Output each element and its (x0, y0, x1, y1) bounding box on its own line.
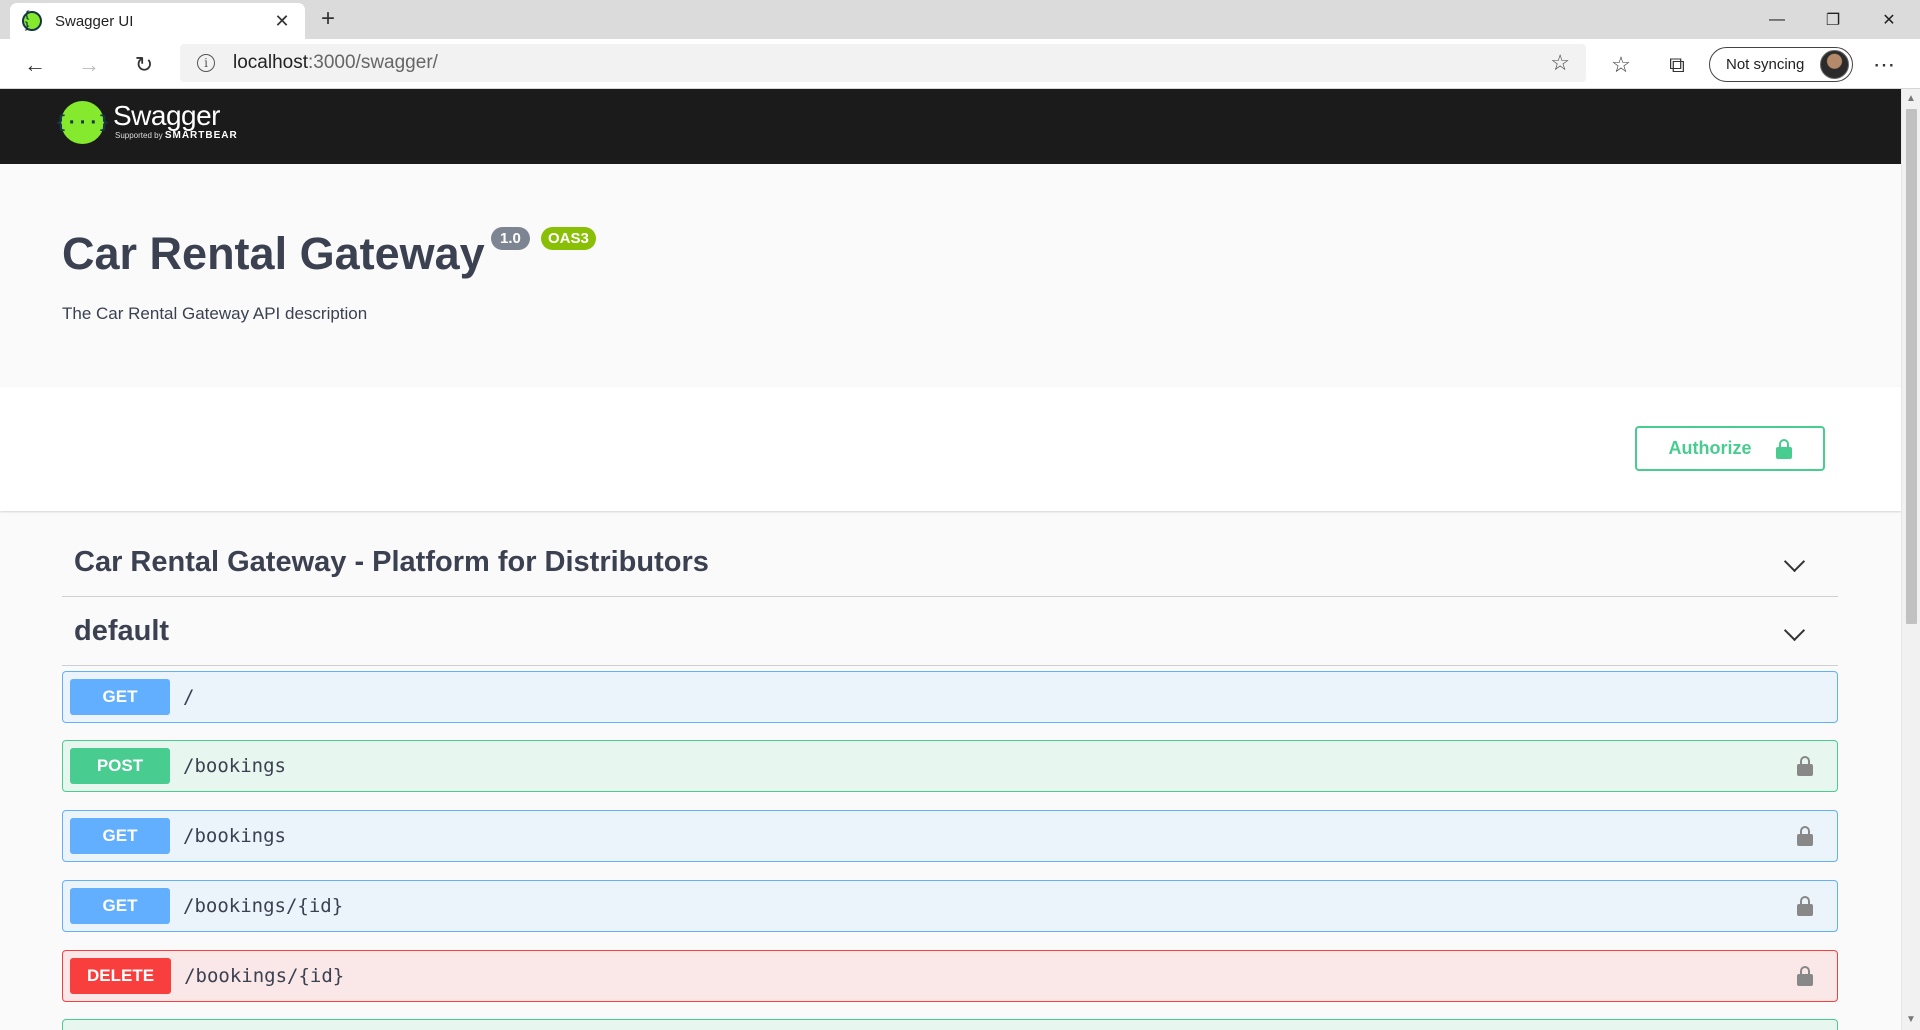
api-description: The Car Rental Gateway API description (62, 304, 368, 323)
forward-icon[interactable]: → (72, 48, 106, 82)
new-tab-icon[interactable]: + (314, 5, 342, 33)
close-window-icon[interactable]: ✕ (1861, 0, 1917, 39)
more-icon[interactable]: ⋯ (1867, 48, 1901, 82)
operation-get-booking-by-id[interactable]: GET /bookings/{id} (62, 880, 1838, 932)
logo-subtitle: Supported by SMARTBEAR (115, 130, 238, 141)
operation-get-root[interactable]: GET / (62, 671, 1838, 723)
authorize-button[interactable]: Authorize (1635, 426, 1825, 471)
method-badge: GET (70, 679, 170, 715)
address-bar[interactable]: i localhost:3000/swagger/ ☆ (180, 44, 1586, 82)
lock-icon[interactable] (1797, 896, 1813, 916)
back-icon[interactable]: ← (18, 48, 52, 82)
tab-title: Swagger UI (55, 12, 134, 30)
operation-delete-booking[interactable]: DELETE /bookings/{id} (62, 950, 1838, 1002)
star-icon[interactable]: ☆ (1550, 50, 1570, 76)
minimize-icon[interactable]: — (1749, 0, 1805, 39)
chevron-down-icon[interactable] (1784, 553, 1804, 573)
scroll-thumb[interactable] (1906, 109, 1917, 624)
browser-toolbar: ← → ↻ i localhost:3000/swagger/ ☆ ☆ ⧉ No… (0, 39, 1920, 89)
api-info: Car Rental Gateway 1.0 OAS3 The Car Rent… (0, 164, 1901, 387)
refresh-icon[interactable]: ↻ (127, 48, 161, 82)
collections-icon[interactable]: ⧉ (1660, 48, 1694, 82)
info-icon[interactable]: i (197, 54, 215, 72)
operation-path: /bookings (183, 825, 286, 847)
browser-tab[interactable]: { } Swagger UI ✕ (10, 3, 305, 39)
scroll-down-icon[interactable]: ▼ (1906, 1014, 1916, 1025)
browser-tab-strip: { } Swagger UI ✕ + — ❐ ✕ (0, 0, 1920, 39)
operation-post-bookings[interactable]: POST /bookings (62, 740, 1838, 792)
favorites-icon[interactable]: ☆ (1604, 48, 1638, 82)
sync-label: Not syncing (1726, 56, 1805, 73)
lock-icon (1775, 438, 1792, 459)
version-badge: 1.0 (491, 227, 530, 250)
url-text[interactable]: localhost:3000/swagger/ (233, 52, 1550, 74)
swagger-topbar: {···} Swagger Supported by SMARTBEAR (0, 89, 1901, 164)
swagger-logo[interactable]: {···} Swagger Supported by SMARTBEAR (55, 100, 238, 144)
operation-path: /bookings/{id} (183, 895, 344, 917)
oas-badge: OAS3 (541, 227, 596, 250)
page-scrollbar[interactable]: ▲ ▼ (1901, 89, 1920, 1030)
lock-icon[interactable] (1797, 966, 1813, 986)
avatar (1820, 50, 1849, 79)
method-badge: DELETE (70, 958, 172, 994)
operation-partial-next[interactable] (62, 1019, 1838, 1030)
tag-section-default[interactable]: default (62, 598, 1838, 666)
tag-section-platform[interactable]: Car Rental Gateway - Platform for Distri… (62, 529, 1838, 597)
operation-path: / (183, 686, 195, 708)
swagger-favicon-icon: { } (22, 10, 42, 32)
lock-icon[interactable] (1797, 756, 1813, 776)
logo-name: Swagger (113, 100, 221, 131)
operation-get-bookings[interactable]: GET /bookings (62, 810, 1838, 862)
swagger-logo-icon: {···} (55, 101, 110, 144)
tag-title: Car Rental Gateway - Platform for Distri… (74, 546, 709, 578)
method-badge: GET (70, 888, 170, 924)
chevron-down-icon[interactable] (1784, 622, 1804, 642)
method-badge: GET (70, 818, 170, 854)
scheme-container: Authorize (0, 387, 1901, 511)
page-viewport: {···} Swagger Supported by SMARTBEAR Car… (0, 89, 1901, 1030)
close-tab-icon[interactable]: ✕ (271, 10, 293, 32)
operation-path: /bookings (183, 755, 286, 777)
api-title: Car Rental Gateway (62, 228, 485, 279)
tag-title: default (74, 615, 170, 647)
profile-sync-button[interactable]: Not syncing (1709, 47, 1853, 82)
lock-icon[interactable] (1797, 826, 1813, 846)
operation-path: /bookings/{id} (184, 965, 345, 987)
scroll-up-icon[interactable]: ▲ (1906, 93, 1916, 104)
method-badge: POST (70, 748, 170, 784)
restore-icon[interactable]: ❐ (1805, 0, 1861, 39)
